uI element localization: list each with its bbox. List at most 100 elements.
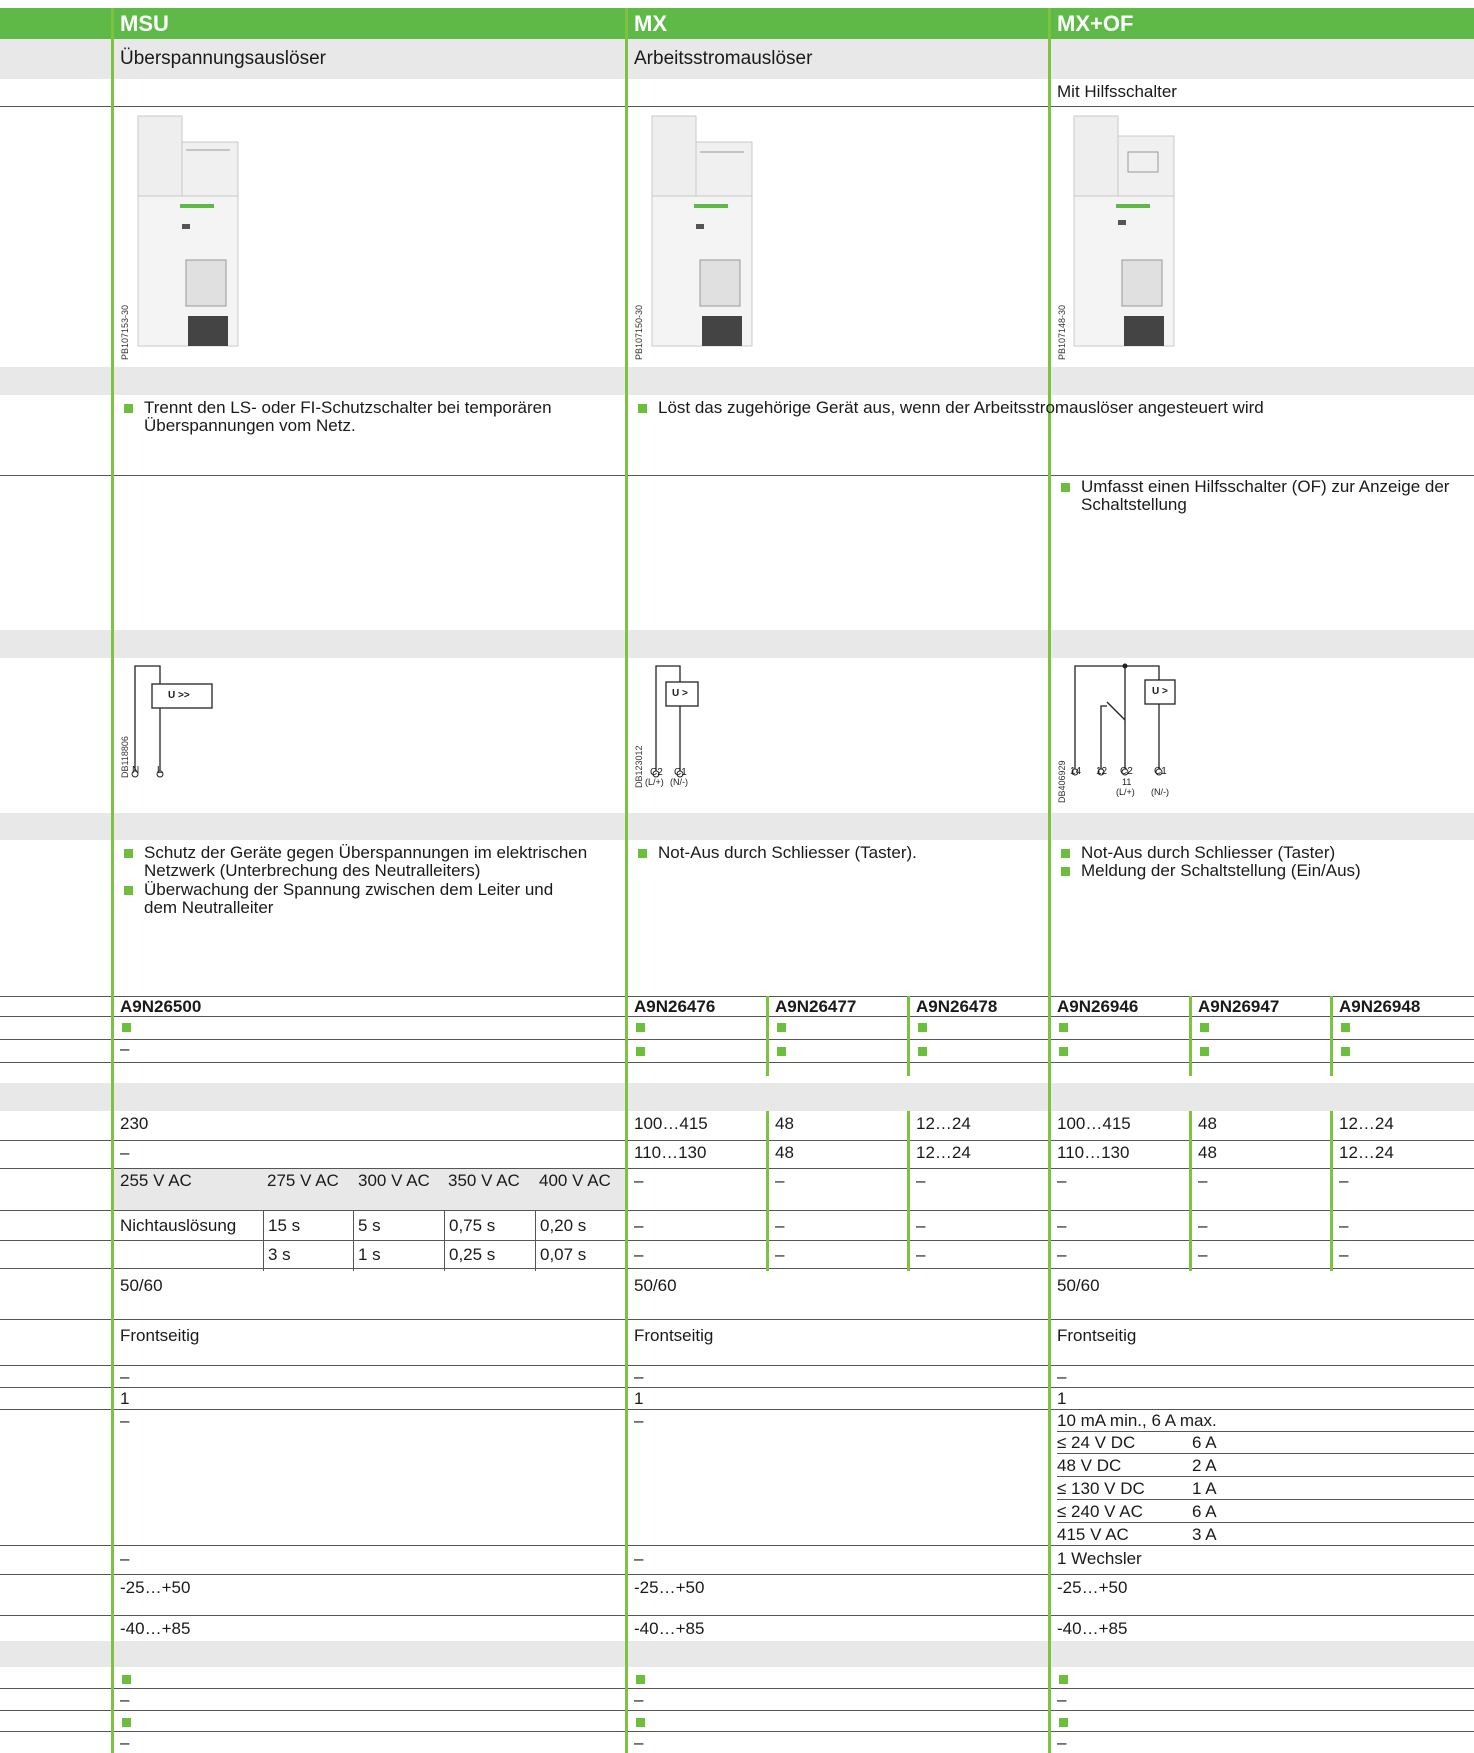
dash-cell: – (775, 1216, 785, 1235)
terminal-l: L (157, 765, 163, 776)
dash-cell: – (1057, 1690, 1067, 1709)
wiring-diagram-mxof (1057, 662, 1257, 782)
temp-operating-msu: -25…+50 (120, 1578, 191, 1597)
product-photo-mx (644, 112, 764, 362)
name-mx: Arbeitsstromauslöser (634, 48, 813, 69)
time-r1-350: 0,75 s (449, 1216, 496, 1235)
dash-cell: – (634, 1216, 644, 1235)
header-band (0, 8, 1474, 39)
voltage-ac-26948: 12…24 (1339, 1114, 1394, 1133)
indication-msu: Frontseitig (120, 1326, 200, 1345)
temp-operating-mxof: -25…+50 (1057, 1578, 1128, 1597)
dash-cell: – (634, 1171, 644, 1190)
check-marker (1059, 1718, 1068, 1727)
application-msu-1: Schutz der Geräte gegen Überspannungen i… (120, 844, 644, 880)
name-msu: Überspannungsauslöser (120, 48, 326, 69)
application-mxof-2: Meldung der Schaltstellung (Ein/Aus) (1057, 862, 1361, 880)
gray-band (0, 367, 1474, 395)
check-marker (777, 1047, 786, 1056)
check-marker (1200, 1023, 1209, 1032)
dash-cell: – (120, 1549, 130, 1568)
voltage-dc-26476: 110…130 (634, 1143, 707, 1162)
terminal-c1: C1 (1154, 766, 1167, 777)
function-msu: Trennt den LS- oder FI-Schutzschalter be… (120, 399, 644, 435)
application-mx-1: Not-Aus durch Schliesser (Taster). (634, 844, 917, 862)
check-marker (918, 1023, 927, 1032)
ref-a9n26947: A9N26947 (1198, 997, 1280, 1016)
ref-a9n26948: A9N26948 (1339, 997, 1421, 1016)
time-r2-275: 3 s (268, 1245, 291, 1264)
dash-cell: – (120, 1367, 130, 1386)
threshold-255: 255 V AC (120, 1171, 192, 1190)
frequency-mx: 50/60 (634, 1276, 677, 1295)
ref-a9n26946: A9N26946 (1057, 997, 1139, 1016)
terminal-c2: C2 (1120, 766, 1133, 777)
dash-cell: – (1198, 1245, 1208, 1264)
dash-cell: – (775, 1171, 785, 1190)
ref-a9n26477: A9N26477 (775, 997, 857, 1016)
terminal-12: 12 (1096, 766, 1108, 777)
contact-rating-voltage: 415 V AC (1057, 1525, 1129, 1544)
contact-rating-current: 3 A (1192, 1525, 1217, 1544)
check-marker (1059, 1023, 1068, 1032)
contact-rating-head: 10 mA min., 6 A max. (1057, 1411, 1217, 1430)
contact-rating-current: 2 A (1192, 1456, 1217, 1475)
ref-a9n26478: A9N26478 (916, 997, 998, 1016)
time-r2-300: 1 s (358, 1245, 381, 1264)
check-marker (1059, 1675, 1068, 1684)
dash-cell: – (1057, 1245, 1067, 1264)
voltage-ac-26947: 48 (1198, 1114, 1217, 1133)
gray-band (0, 1641, 1474, 1667)
dash-cell: – (120, 1733, 130, 1752)
terminal-n: N (132, 765, 140, 776)
dash-cell: – (120, 1039, 130, 1058)
dash-cell: – (1057, 1733, 1067, 1752)
photo-code-msu: PB107153-30 (120, 304, 130, 360)
contact-rating-current: 1 A (1192, 1479, 1217, 1498)
check-marker (122, 1023, 131, 1032)
ref-a9n26500: A9N26500 (120, 997, 202, 1016)
diagram-box-mx: U > (672, 688, 688, 699)
dash-cell: – (634, 1245, 644, 1264)
dash-cell: – (634, 1549, 644, 1568)
function-mx: Löst das zugehörige Gerät aus, wenn der … (634, 399, 1458, 417)
dash-cell: – (634, 1367, 644, 1386)
gray-band (0, 1083, 1474, 1111)
dash-cell: – (1198, 1171, 1208, 1190)
threshold-275: 275 V AC (267, 1171, 339, 1190)
gray-band (0, 813, 1474, 840)
voltage-ac-26476: 100…415 (634, 1114, 708, 1133)
wiring-diagram-msu (120, 662, 320, 782)
col-title-msu: MSU (120, 11, 169, 36)
dash-cell: – (1339, 1245, 1349, 1264)
check-marker (636, 1023, 645, 1032)
dash-cell: – (916, 1245, 926, 1264)
dash-cell: – (1339, 1216, 1349, 1235)
width-mx: 1 (634, 1389, 644, 1408)
dash-cell: – (120, 1690, 130, 1709)
contact-rating-voltage: 48 V DC (1057, 1456, 1122, 1475)
indication-mxof: Frontseitig (1057, 1326, 1137, 1345)
check-marker (122, 1675, 131, 1684)
function-mxof: Umfasst einen Hilfsschalter (OF) zur Anz… (1057, 478, 1474, 514)
col-title-mx: MX (634, 11, 667, 36)
nontrip-label: Nichtauslösung (120, 1216, 237, 1235)
dash-cell: – (916, 1216, 926, 1235)
check-marker (636, 1718, 645, 1727)
voltage-dc-26947: 48 (1198, 1143, 1217, 1162)
check-marker (918, 1047, 927, 1056)
name-mxof-sub: Mit Hilfsschalter (1057, 82, 1177, 101)
contact-rating-voltage: ≤ 24 V DC (1057, 1433, 1136, 1452)
diagram-code-mxof: DB406929 (1057, 760, 1067, 803)
check-marker (122, 1718, 131, 1727)
terminal-c2-polarity: (L/+) (1116, 787, 1135, 797)
dash-cell: – (634, 1411, 644, 1430)
voltage-dc-26946: 110…130 (1057, 1143, 1130, 1162)
check-marker (1059, 1047, 1068, 1056)
temp-storage-mxof: -40…+85 (1057, 1619, 1128, 1638)
voltage-ac-msu: 230 (120, 1114, 149, 1133)
dash-cell: – (634, 1733, 644, 1752)
voltage-dc-26948: 12…24 (1339, 1143, 1394, 1162)
width-mxof: 1 (1057, 1389, 1067, 1408)
temp-operating-mx: -25…+50 (634, 1578, 705, 1597)
